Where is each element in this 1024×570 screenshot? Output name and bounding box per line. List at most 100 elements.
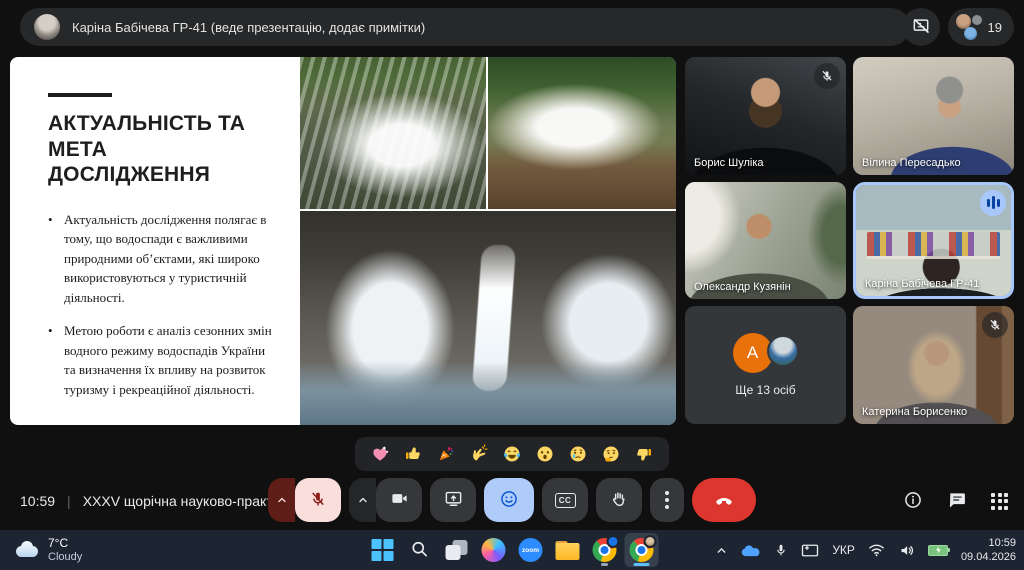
presenter-banner[interactable]: Каріна Бабічева ГР-41 (веде презентацію,… [20, 8, 910, 46]
chat-button[interactable] [947, 490, 967, 513]
windows-logo-icon [372, 539, 394, 561]
slide-bullet: Актуальність дослідження полягає в тому,… [48, 210, 278, 308]
chrome-window-1-button[interactable] [588, 533, 622, 567]
reactions-bar [355, 437, 669, 471]
participant-tile-vilina[interactable]: Вілина Пересадько [853, 57, 1014, 175]
onedrive-icon[interactable] [741, 543, 761, 557]
camera-options-chevron[interactable] [349, 478, 376, 522]
chrome-window-2-button-active[interactable] [625, 533, 659, 567]
meet-window: Каріна Бабічева ГР-41 (веде презентацію,… [0, 0, 1024, 570]
waterfall-stream [472, 245, 516, 391]
more-options-button[interactable] [650, 478, 684, 522]
mini-avatar [972, 15, 982, 25]
mic-control-group [268, 478, 341, 522]
copilot-button[interactable] [477, 533, 511, 567]
file-explorer-button[interactable] [551, 533, 585, 567]
reaction-joy-icon[interactable] [501, 443, 523, 465]
taskbar-time: 10:59 [988, 536, 1016, 550]
activities-button[interactable] [991, 493, 1008, 510]
weather-temp: 7°C [48, 537, 82, 551]
captions-button[interactable]: CC [542, 478, 588, 522]
participant-name: Каріна Бабічева ГР-41 [865, 278, 979, 290]
participant-tile-overflow[interactable]: A Ще 13 осіб [685, 306, 846, 424]
meeting-details-button[interactable] [903, 490, 923, 513]
running-app-indicator [601, 563, 608, 566]
language-switcher[interactable]: УКР [832, 543, 855, 557]
reaction-open-mouth-icon[interactable] [534, 443, 556, 465]
participants-count-pill[interactable]: 19 [948, 8, 1014, 46]
present-screen-button[interactable] [430, 478, 476, 522]
mic-off-button[interactable] [295, 478, 341, 522]
raise-hand-button[interactable] [596, 478, 642, 522]
presenter-avatar [34, 14, 60, 40]
info-icon [903, 490, 923, 513]
slide-title-rule [48, 93, 112, 97]
reaction-crying-icon[interactable] [567, 443, 589, 465]
participant-count: 19 [988, 20, 1002, 35]
overflow-avatars: A [733, 333, 799, 373]
zoom-app-icon: zoom [519, 538, 543, 562]
weather-condition: Cloudy [48, 551, 82, 564]
smiley-icon [499, 489, 519, 512]
reactions-toggle-button-active[interactable] [484, 478, 534, 522]
start-button[interactable] [366, 533, 400, 567]
slide-photo-collage [300, 57, 676, 425]
participant-name: Вілина Пересадько [862, 157, 961, 169]
camera-on-button[interactable] [376, 478, 422, 522]
tray-show-hidden-icons[interactable] [715, 544, 728, 557]
reaction-thinking-icon[interactable] [600, 443, 622, 465]
weather-cloud-icon [14, 542, 40, 558]
tray-mic-icon[interactable] [774, 542, 788, 558]
cast-screen-icon[interactable] [801, 543, 819, 558]
speaking-indicator-icon [980, 190, 1006, 216]
battery-icon[interactable] [928, 545, 948, 556]
reaction-sparkling-heart-icon[interactable] [369, 443, 391, 465]
participant-tile-kateryna[interactable]: Катерина Борисенко [853, 306, 1014, 424]
zoom-app-button[interactable]: zoom [514, 533, 548, 567]
call-clock: 10:59 [20, 493, 55, 509]
weather-widget[interactable]: 7°C Cloudy [6, 535, 90, 565]
overflow-count-label: Ще 13 осіб [735, 383, 795, 397]
taskbar-date: 09.04.2026 [961, 550, 1016, 564]
wifi-icon[interactable] [868, 543, 885, 557]
participant-tile-karina-speaking[interactable]: Каріна Бабічева ГР-41 [853, 182, 1014, 300]
volume-icon[interactable] [898, 543, 915, 558]
taskbar-clock[interactable]: 10:59 09.04.2026 [961, 536, 1016, 565]
overflow-avatar-photo [767, 335, 799, 367]
task-view-button[interactable] [440, 533, 474, 567]
waterfall-photo-summer-left [300, 57, 486, 209]
task-view-icon [446, 540, 468, 560]
mic-muted-badge [814, 63, 840, 89]
participants-grid: Борис Шуліка Вілина Пересадько Олександр… [685, 57, 1014, 424]
windows-taskbar: 7°C Cloudy zoom [0, 530, 1024, 570]
charging-bolt-icon [936, 547, 941, 554]
participant-avatars-cluster [956, 14, 982, 40]
slide-bullet: Метою роботи є аналіз сезонних змін водн… [48, 321, 278, 399]
participant-name: Борис Шуліка [694, 157, 764, 169]
board-disabled-button[interactable] [902, 8, 940, 46]
participant-tile-oleksandr[interactable]: Олександр Кузянін [685, 182, 846, 300]
reaction-thumbs-up-icon[interactable] [402, 443, 424, 465]
bookshelf [867, 232, 1000, 260]
call-control-bar: 10:59 | XXXV щорічна науково-практ... [0, 476, 1024, 526]
taskbar-search-button[interactable] [403, 533, 437, 567]
captions-icon: CC [555, 493, 576, 508]
meet-top-bar: Каріна Бабічева ГР-41 (веде презентацію,… [0, 0, 1024, 55]
reaction-clapping-hands-icon[interactable] [468, 443, 490, 465]
participant-name: Катерина Борисенко [862, 406, 967, 418]
camera-control-group [349, 478, 422, 522]
participant-name: Олександр Кузянін [694, 281, 791, 293]
participant-tile-borys[interactable]: Борис Шуліка [685, 57, 846, 175]
divider: | [67, 493, 71, 509]
raise-hand-icon [610, 490, 628, 511]
end-call-button[interactable] [692, 478, 756, 522]
folder-icon [556, 541, 580, 560]
mic-off-icon [309, 490, 327, 511]
mic-options-chevron[interactable] [268, 478, 295, 522]
slide-title: АКТУАЛЬНІСТЬ ТА МЕТА ДОСЛІДЖЕННЯ [48, 111, 258, 188]
more-options-icon [665, 491, 669, 509]
chrome-icon [630, 538, 654, 562]
reaction-thumbs-down-icon[interactable] [633, 443, 655, 465]
reaction-party-popper-icon[interactable] [435, 443, 457, 465]
present-screen-icon [444, 489, 463, 511]
